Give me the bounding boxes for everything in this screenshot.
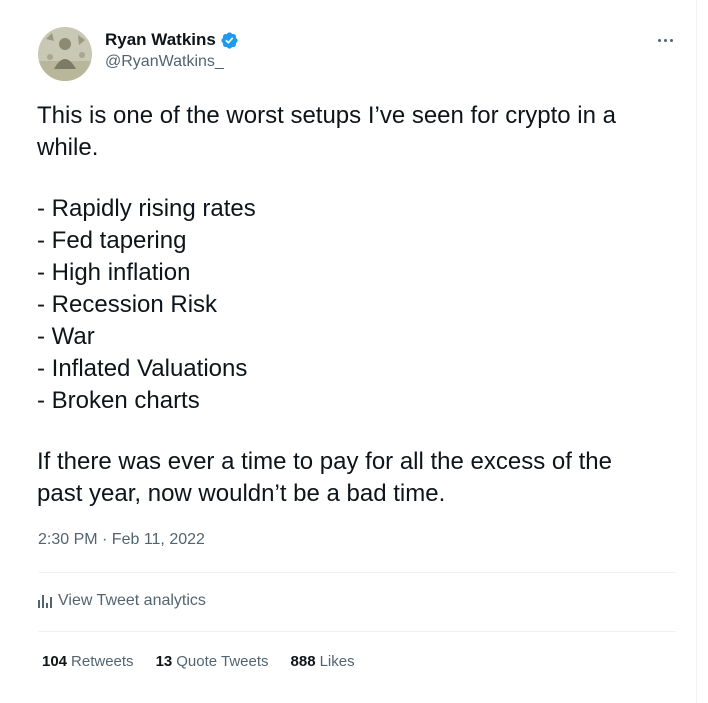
retweets-label: Retweets — [71, 653, 134, 670]
tweet-list-item: - Inflated Valuations — [37, 355, 248, 382]
view-analytics-label[interactable]: View Tweet analytics — [58, 591, 206, 611]
tweet-list-item: - Fed tapering — [37, 227, 187, 254]
retweets-stat[interactable]: 104 Retweets — [42, 652, 134, 672]
quote-tweets-label: Quote Tweets — [176, 653, 269, 670]
retweets-count: 104 — [42, 653, 68, 670]
divider — [38, 631, 676, 632]
likes-stat[interactable]: 888 Likes — [291, 652, 355, 672]
tweet-header: Ryan Watkins @RyanWatkins_ — [38, 27, 676, 83]
view-analytics-link[interactable]: View Tweet analytics — [38, 591, 206, 611]
avatar-image — [38, 27, 92, 81]
tweet-list: - Rapidly rising rates - Fed tapering - … — [37, 193, 682, 417]
divider — [38, 572, 676, 573]
tweet-card: Ryan Watkins @RyanWatkins_ This is one o… — [0, 0, 697, 703]
tweet-text: This is one of the worst setups I’ve see… — [37, 100, 682, 510]
analytics-icon — [38, 594, 52, 608]
author-names: Ryan Watkins @RyanWatkins_ — [105, 29, 239, 72]
likes-label: Likes — [319, 653, 355, 670]
quote-tweets-stat[interactable]: 13 Quote Tweets — [156, 652, 269, 672]
tweet-list-item: - Broken charts — [37, 387, 200, 414]
tweet-line: while. — [37, 134, 99, 161]
tweet-line: past year, now wouldn’t be a bad time. — [37, 480, 446, 507]
author-display-name[interactable]: Ryan Watkins — [105, 29, 216, 51]
tweet-line: If there was ever a time to pay for all … — [37, 448, 612, 475]
tweet-stats: 104 Retweets 13 Quote Tweets 888 Likes — [42, 652, 355, 672]
tweet-paragraph-closing: If there was ever a time to pay for all … — [37, 446, 682, 510]
more-options-icon[interactable] — [654, 33, 676, 47]
tweet-timestamp[interactable]: 2:30 PM · Feb 11, 2022 — [38, 530, 205, 550]
likes-count: 888 — [290, 653, 316, 670]
tweet-line: This is one of the worst setups I’ve see… — [37, 102, 616, 129]
quote-tweets-count: 13 — [155, 653, 173, 670]
tweet-list-item: - High inflation — [37, 259, 191, 286]
author-display-name-row[interactable]: Ryan Watkins — [105, 29, 239, 51]
verified-badge-icon — [221, 31, 238, 49]
tweet-list-item: - War — [37, 323, 95, 350]
tweet-paragraph-intro: This is one of the worst setups I’ve see… — [37, 100, 682, 164]
tweet-list-item: - Recession Risk — [37, 291, 218, 318]
avatar[interactable] — [38, 27, 92, 81]
tweet-list-item: - Rapidly rising rates — [37, 195, 256, 222]
author-handle[interactable]: @RyanWatkins_ — [105, 52, 239, 72]
